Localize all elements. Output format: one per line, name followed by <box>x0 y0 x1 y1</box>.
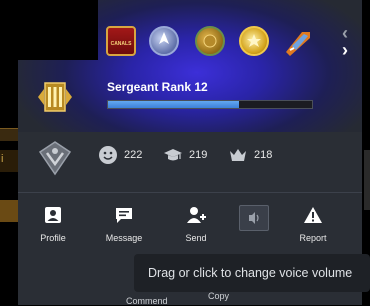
profile-button[interactable]: Profile <box>23 205 83 243</box>
friendly-count: 222 <box>124 149 143 161</box>
crown-icon <box>230 149 246 161</box>
action-bar: Profile Message Send Report <box>18 192 362 251</box>
smiley-icon <box>99 146 117 164</box>
speaker-icon <box>249 212 259 224</box>
canals-coin-icon[interactable]: CANALS <box>106 26 136 56</box>
rank-title: Sergeant Rank 12 <box>107 80 208 94</box>
message-icon <box>116 208 132 223</box>
pickaxe-pin-icon[interactable] <box>282 26 314 58</box>
xp-progress-bar <box>107 100 313 109</box>
commendation-stats: 222 219 218 <box>18 132 362 190</box>
message-button[interactable]: Message <box>94 205 154 243</box>
graduation-cap-icon <box>164 149 182 161</box>
background-panel <box>0 200 18 222</box>
redacted-area <box>18 0 98 60</box>
teacher-count: 219 <box>189 149 208 161</box>
profile-label: Profile <box>40 233 66 243</box>
background-panel <box>0 128 18 141</box>
xp-progress-fill <box>108 101 239 108</box>
friendly-stat: 222 <box>98 145 142 165</box>
background-text: i <box>1 153 4 165</box>
voice-volume-button[interactable] <box>239 205 269 231</box>
service-medal-icon[interactable] <box>239 26 269 56</box>
add-user-icon <box>187 207 206 223</box>
message-label: Message <box>105 233 143 243</box>
leader-stat: 218 <box>228 145 272 165</box>
report-button[interactable]: Report <box>283 205 343 243</box>
warning-icon <box>304 207 322 223</box>
chevron-right-icon[interactable]: › <box>342 41 348 59</box>
leader-count: 218 <box>254 149 273 161</box>
teacher-stat: 219 <box>163 145 207 165</box>
profile-icon <box>45 207 61 223</box>
background-panel <box>364 150 370 210</box>
report-label: Report <box>299 233 327 243</box>
send-label: Send <box>185 233 207 243</box>
service-pin-icon <box>38 141 72 176</box>
tooltip-text: Drag or click to change voice volume <box>148 266 353 280</box>
operation-coin-icon[interactable] <box>195 26 225 56</box>
send-button[interactable]: Send <box>166 205 226 243</box>
dreamhack-coin-icon[interactable] <box>149 26 179 56</box>
voice-volume-tooltip: Drag or click to change voice volume <box>134 254 370 292</box>
copy-button[interactable]: Copy <box>208 291 229 301</box>
rank-emblem-icon <box>38 82 72 112</box>
